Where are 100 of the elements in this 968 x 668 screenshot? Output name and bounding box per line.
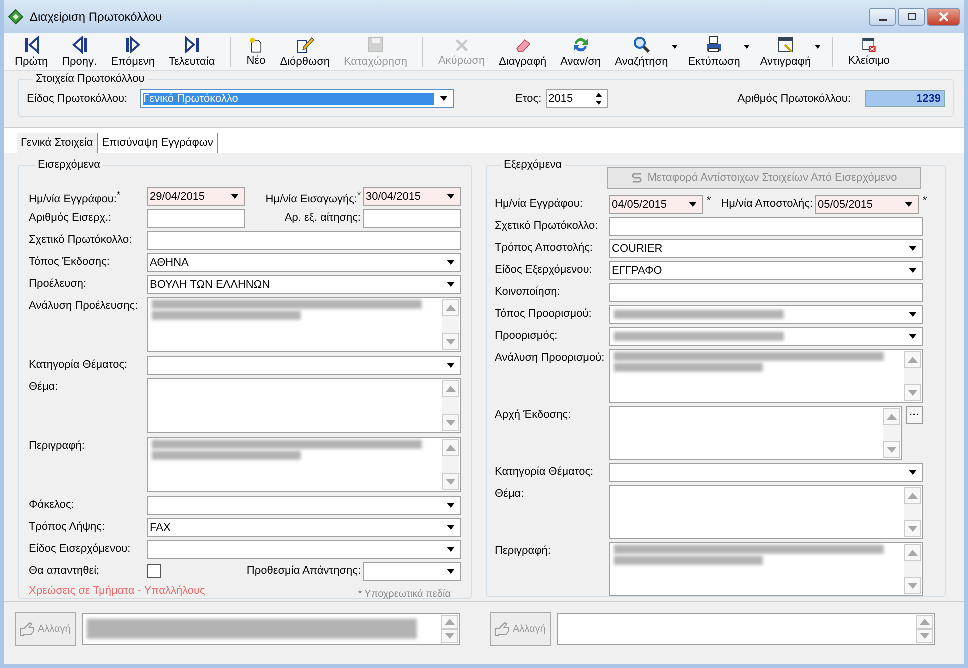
field-label: Ημ/νία Εγγράφου: <box>495 197 584 210</box>
caret-icon[interactable] <box>815 44 822 48</box>
scrollbar[interactable] <box>883 408 900 458</box>
field-label: Αριθμός Πρωτοκόλλου: <box>738 92 851 104</box>
memo-field[interactable] <box>609 406 902 460</box>
scroll-down-button[interactable] <box>441 629 458 643</box>
memo-field[interactable] <box>147 437 461 492</box>
scroll-down-button[interactable] <box>442 473 459 490</box>
date-field[interactable]: 29/04/2015 <box>147 187 245 206</box>
caret-icon <box>909 246 917 251</box>
scroll-up-button[interactable] <box>904 544 921 561</box>
toolbar-button[interactable]: Πρώτη <box>8 34 56 70</box>
date-field[interactable]: 30/04/2015 <box>363 187 461 206</box>
dropdown-field[interactable] <box>609 305 923 324</box>
scroll-up-button[interactable] <box>442 439 459 456</box>
toolbar-button[interactable]: Κλείσιμο <box>832 36 898 66</box>
toolbar-button[interactable]: Εκτύπωση <box>681 34 748 70</box>
scroll-up-button[interactable] <box>441 615 458 629</box>
diamond-icon <box>8 8 24 24</box>
text-field[interactable] <box>147 231 461 250</box>
field-label: Είδος Εξερχόμενου: <box>495 263 594 276</box>
dropdown-field[interactable]: FAX <box>147 518 461 537</box>
scroll-up-button[interactable] <box>442 299 459 316</box>
spin-field[interactable]: 2015 <box>546 89 608 108</box>
memo-field[interactable] <box>609 349 923 403</box>
field-label: Προθεσμία Απάντησης: <box>246 564 362 577</box>
scrollbar[interactable] <box>904 351 921 401</box>
checkbox[interactable] <box>147 564 161 578</box>
caret-icon <box>440 96 448 101</box>
dropdown-field[interactable]: ΕΓΓΡΑΦΟ <box>609 261 923 280</box>
scrollbar[interactable] <box>441 615 458 643</box>
toolbar-button[interactable]: Τελευταία <box>162 34 222 70</box>
browse-button[interactable]: ··· <box>906 406 923 424</box>
text-field[interactable] <box>609 283 923 302</box>
scroll-up-button[interactable] <box>883 408 900 425</box>
memo-field[interactable] <box>147 297 461 352</box>
memo-field[interactable] <box>609 542 923 596</box>
scrollbar[interactable] <box>904 487 921 537</box>
text-field[interactable] <box>363 209 461 228</box>
scroll-up-button[interactable] <box>442 380 459 397</box>
dropdown-field[interactable] <box>363 562 461 581</box>
up-arrow-icon <box>908 492 918 498</box>
tab[interactable]: Επισύναψη Εγγράφων <box>98 133 218 153</box>
dropdown-field[interactable]: COURIER <box>609 239 923 258</box>
field-label: Τρόπος Λήψης: <box>29 520 106 533</box>
caret-icon <box>689 202 697 207</box>
memo-field[interactable] <box>82 613 460 645</box>
caret-icon <box>447 363 455 368</box>
down-arrow-icon <box>920 633 930 639</box>
scroll-down-button[interactable] <box>442 333 459 350</box>
dropdown-field[interactable] <box>609 327 923 346</box>
dropdown-field[interactable] <box>147 496 461 515</box>
scroll-down-button[interactable] <box>904 384 921 401</box>
text-field[interactable] <box>609 217 923 236</box>
toolbar-button[interactable]: Επόμενη <box>104 34 162 70</box>
toolbar-button[interactable]: Προηγ. <box>55 34 104 70</box>
memo-field[interactable] <box>147 378 461 433</box>
scroll-down-button[interactable] <box>442 414 459 431</box>
dropdown-field[interactable] <box>147 540 461 559</box>
toolbar-button[interactable]: Αναν/ση <box>554 34 608 70</box>
date-field[interactable]: 04/05/2015 <box>609 195 703 214</box>
scrollbar[interactable] <box>442 439 459 490</box>
caret-icon <box>447 569 455 574</box>
scroll-down-button[interactable] <box>904 577 921 594</box>
down-arrow-icon <box>886 446 897 452</box>
dropdown-field[interactable] <box>609 463 923 482</box>
toolbar-button[interactable]: Αναζήτηση <box>608 34 676 70</box>
minimize-button[interactable] <box>869 8 896 26</box>
scrollbar[interactable] <box>442 380 459 431</box>
required-mark: * <box>706 195 712 207</box>
dropdown-field[interactable] <box>147 356 461 375</box>
text-field[interactable] <box>147 209 245 228</box>
caret-icon <box>231 194 239 199</box>
toolbar-button[interactable]: Νέο <box>230 36 274 66</box>
down-arrow-icon <box>444 633 454 639</box>
scrollbar[interactable] <box>442 299 459 350</box>
scroll-up-button[interactable] <box>904 487 921 504</box>
memo-field[interactable] <box>609 485 923 539</box>
toolbar-button[interactable]: Διαγραφή <box>492 34 554 70</box>
toolbar-button[interactable]: Διόρθωση <box>273 34 337 70</box>
dropdown-field[interactable]: ΑΘΗΝΑ <box>147 253 461 272</box>
caret-icon[interactable] <box>744 44 750 48</box>
maximize-icon <box>906 12 916 22</box>
maximize-button[interactable] <box>898 8 925 26</box>
tab[interactable]: Γενικά Στοιχεία <box>17 133 98 153</box>
down-arrow-icon <box>908 582 918 588</box>
window-title: Διαχείριση Πρωτοκόλλου <box>30 10 162 24</box>
close-button[interactable] <box>927 8 960 26</box>
spinner-icon[interactable] <box>596 92 602 104</box>
caret-icon[interactable] <box>672 44 678 48</box>
scroll-down-button[interactable] <box>904 520 921 537</box>
toolbar-button[interactable]: Αντιγραφή <box>753 34 818 70</box>
dropdown-field[interactable]: ΒΟΥΛΗ ΤΩΝ ΕΛΛΗΝΩΝ <box>147 275 461 294</box>
date-field[interactable]: 05/05/2015 <box>815 195 919 214</box>
down-arrow-icon <box>908 390 918 396</box>
field-label: Ημ/νία Εισαγωγής:$^{*}$ <box>264 189 362 206</box>
scrollbar[interactable] <box>904 544 921 594</box>
scroll-up-button[interactable] <box>904 351 921 368</box>
scroll-down-button[interactable] <box>883 441 900 458</box>
field-label: Είδος Εισερχόμενου: <box>29 542 132 555</box>
